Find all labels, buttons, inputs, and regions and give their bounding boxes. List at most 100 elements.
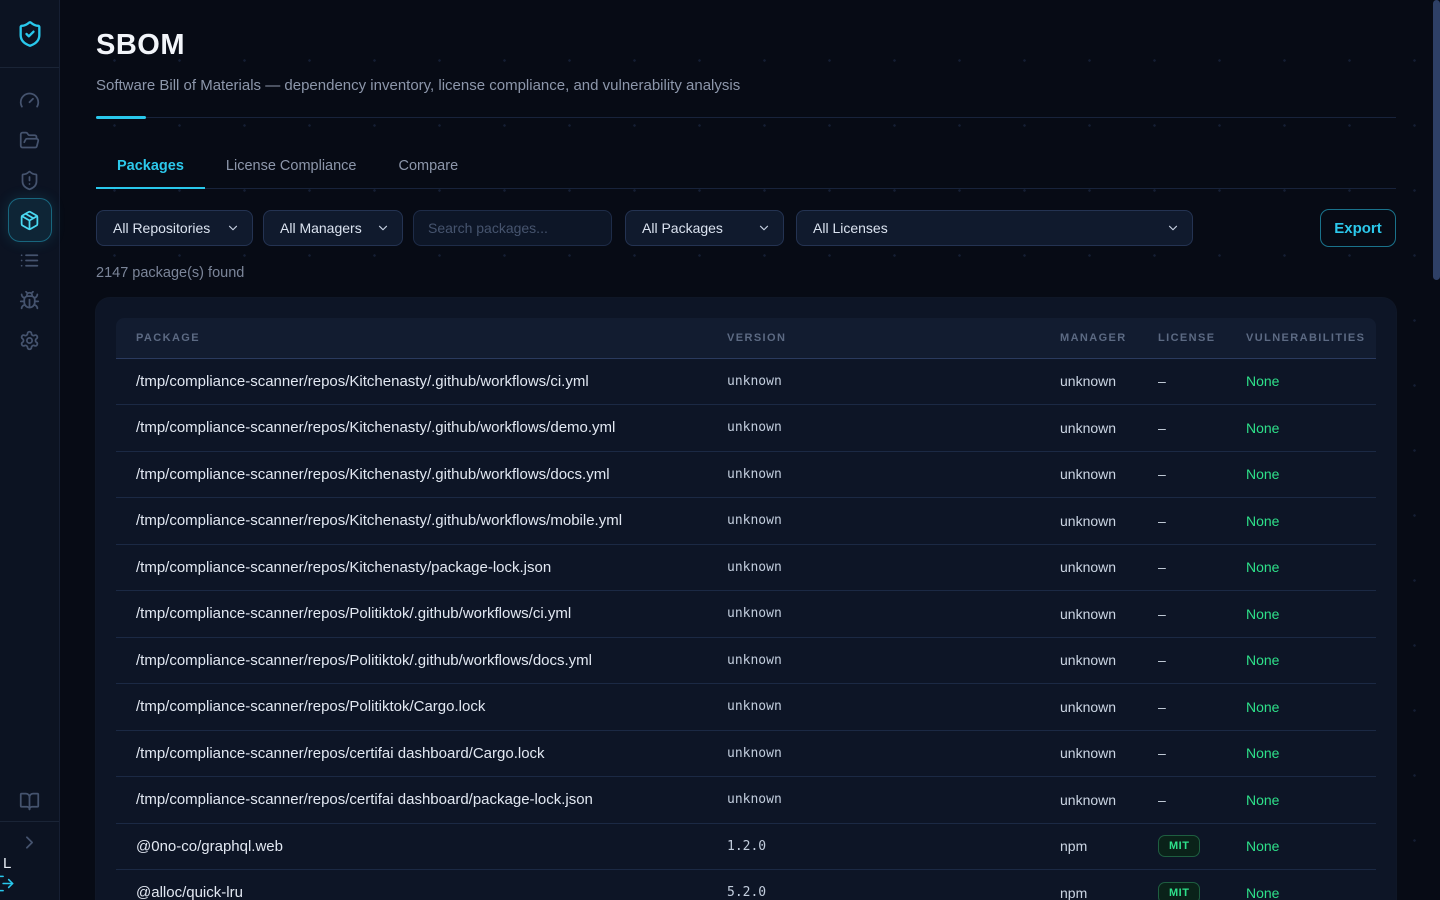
vulnerabilities-cell: None: [1246, 358, 1376, 405]
table-row[interactable]: /tmp/compliance-scanner/repos/Kitchenast…: [116, 405, 1376, 452]
vulnerabilities-cell: None: [1246, 730, 1376, 777]
filter-bar: All Repositories All Managers All Packag…: [96, 210, 1396, 246]
license-badge: MIT: [1158, 835, 1200, 857]
table-row[interactable]: /tmp/compliance-scanner/repos/Kitchenast…: [116, 451, 1376, 498]
vulnerabilities-cell: None: [1246, 777, 1376, 824]
version-cell: unknown: [727, 405, 1060, 452]
table-row[interactable]: /tmp/compliance-scanner/repos/certifai d…: [116, 777, 1376, 824]
header-accent-bar: [96, 116, 146, 119]
license-cell: –: [1158, 777, 1246, 824]
packages-select-value: All Packages: [642, 220, 723, 236]
table-header-row: PACKAGE VERSION MANAGER LICENSE VULNERAB…: [116, 318, 1376, 358]
version-cell: unknown: [727, 730, 1060, 777]
package-cell: /tmp/compliance-scanner/repos/Politiktok…: [116, 684, 727, 731]
table-row[interactable]: @alloc/quick-lru 5.2.0 npm MIT None: [116, 870, 1376, 900]
app-logo[interactable]: [0, 0, 59, 68]
package-cell: /tmp/compliance-scanner/repos/Kitchenast…: [116, 498, 727, 545]
manager-cell: unknown: [1060, 730, 1158, 777]
search-input[interactable]: [413, 210, 612, 246]
manager-cell: unknown: [1060, 544, 1158, 591]
tab-packages[interactable]: Packages: [96, 145, 205, 189]
table-row[interactable]: /tmp/compliance-scanner/repos/Kitchenast…: [116, 498, 1376, 545]
column-header-manager: MANAGER: [1060, 318, 1158, 358]
tab-license-compliance[interactable]: License Compliance: [205, 145, 378, 189]
sidebar-item-security[interactable]: [8, 160, 52, 200]
manager-cell: npm: [1060, 870, 1158, 900]
tab-bar: Packages License Compliance Compare: [96, 145, 1396, 189]
license-cell: –: [1158, 684, 1246, 731]
licenses-select[interactable]: All Licenses: [796, 210, 1193, 246]
manager-cell: unknown: [1060, 405, 1158, 452]
sidebar-item-inventory[interactable]: [8, 240, 52, 280]
version-cell: unknown: [727, 777, 1060, 824]
sidebar-item-sbom[interactable]: [8, 198, 52, 242]
sidebar-item-docs[interactable]: [8, 781, 52, 821]
corner-overlay: L: [3, 854, 15, 899]
column-header-vulnerabilities: VULNERABILITIES: [1246, 318, 1376, 358]
license-cell: –: [1158, 451, 1246, 498]
corner-label: L: [3, 854, 15, 874]
bug-icon: [19, 290, 40, 311]
tab-compare[interactable]: Compare: [378, 145, 480, 189]
package-cell: @alloc/quick-lru: [116, 870, 727, 900]
sidebar-item-settings[interactable]: [8, 320, 52, 360]
vulnerabilities-cell: None: [1246, 637, 1376, 684]
package-cell: /tmp/compliance-scanner/repos/Politiktok…: [116, 591, 727, 638]
list-icon: [19, 250, 40, 271]
vulnerabilities-cell: None: [1246, 544, 1376, 591]
manager-cell: unknown: [1060, 358, 1158, 405]
vulnerabilities-cell: None: [1246, 451, 1376, 498]
packages-table-card: PACKAGE VERSION MANAGER LICENSE VULNERAB…: [96, 298, 1396, 900]
vulnerabilities-cell: None: [1246, 405, 1376, 452]
version-cell: unknown: [727, 544, 1060, 591]
license-cell: –: [1158, 544, 1246, 591]
manager-cell: unknown: [1060, 637, 1158, 684]
license-cell: –: [1158, 591, 1246, 638]
column-header-package: PACKAGE: [116, 318, 727, 358]
vulnerabilities-cell: None: [1246, 498, 1376, 545]
sidebar-item-vulnerabilities[interactable]: [8, 280, 52, 320]
vertical-scrollbar-thumb[interactable]: [1433, 0, 1440, 280]
repositories-select-value: All Repositories: [113, 220, 210, 236]
sidebar-item-repositories[interactable]: [8, 120, 52, 160]
licenses-select-value: All Licenses: [813, 220, 888, 236]
packages-select[interactable]: All Packages: [625, 210, 784, 246]
license-cell: MIT: [1158, 823, 1246, 870]
packages-table: PACKAGE VERSION MANAGER LICENSE VULNERAB…: [116, 318, 1376, 900]
shield-alert-icon: [19, 170, 40, 191]
sidebar-item-dashboard[interactable]: [8, 80, 52, 120]
manager-cell: unknown: [1060, 498, 1158, 545]
version-cell: unknown: [727, 684, 1060, 731]
table-row[interactable]: /tmp/compliance-scanner/repos/certifai d…: [116, 730, 1376, 777]
export-button[interactable]: Export: [1320, 209, 1396, 247]
chevron-down-icon: [757, 221, 771, 235]
version-cell: 1.2.0: [727, 823, 1060, 870]
package-cell: /tmp/compliance-scanner/repos/Kitchenast…: [116, 358, 727, 405]
logout-icon[interactable]: [0, 874, 15, 900]
page-subtitle: Software Bill of Materials — dependency …: [96, 77, 1396, 94]
table-row[interactable]: /tmp/compliance-scanner/repos/Politiktok…: [116, 684, 1376, 731]
package-cell: /tmp/compliance-scanner/repos/Kitchenast…: [116, 405, 727, 452]
version-cell: unknown: [727, 591, 1060, 638]
manager-cell: npm: [1060, 823, 1158, 870]
version-cell: 5.2.0: [727, 870, 1060, 900]
package-cell: @0no-co/graphql.web: [116, 823, 727, 870]
table-row[interactable]: /tmp/compliance-scanner/repos/Politiktok…: [116, 591, 1376, 638]
repositories-select[interactable]: All Repositories: [96, 210, 253, 246]
gauge-icon: [19, 90, 40, 111]
managers-select[interactable]: All Managers: [263, 210, 403, 246]
vulnerabilities-cell: None: [1246, 870, 1376, 900]
license-cell: –: [1158, 405, 1246, 452]
version-cell: unknown: [727, 637, 1060, 684]
vulnerabilities-cell: None: [1246, 823, 1376, 870]
table-row[interactable]: /tmp/compliance-scanner/repos/Kitchenast…: [116, 544, 1376, 591]
header-divider: [96, 115, 1396, 118]
sidebar: [0, 0, 60, 900]
table-row[interactable]: @0no-co/graphql.web 1.2.0 npm MIT None: [116, 823, 1376, 870]
folder-icon: [19, 130, 40, 151]
table-row[interactable]: /tmp/compliance-scanner/repos/Kitchenast…: [116, 358, 1376, 405]
manager-cell: unknown: [1060, 684, 1158, 731]
package-cell: /tmp/compliance-scanner/repos/Kitchenast…: [116, 451, 727, 498]
package-cell: /tmp/compliance-scanner/repos/certifai d…: [116, 777, 727, 824]
table-row[interactable]: /tmp/compliance-scanner/repos/Politiktok…: [116, 637, 1376, 684]
